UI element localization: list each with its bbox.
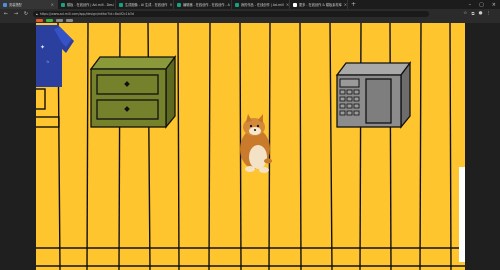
forward-icon[interactable]: → — [13, 11, 19, 17]
profile-icon[interactable]: ● — [479, 11, 483, 17]
svg-text:☆: ☆ — [46, 59, 50, 64]
close-icon[interactable]: × — [286, 2, 289, 7]
svg-text:✦: ✦ — [40, 44, 45, 51]
bookmark-item[interactable] — [66, 19, 73, 22]
tab-1[interactable]: 模板 - 在线创作 | Ad-mill - Desi × — [58, 0, 116, 9]
tab-favicon-icon — [293, 2, 297, 7]
tab-favicon-icon — [177, 2, 181, 7]
right-margin — [465, 23, 500, 270]
browser-tab-strip: 男装搭配 × 模板 - 在线创作 | Ad-mill - Desi × 生成图像… — [0, 0, 500, 9]
close-icon[interactable]: × — [169, 2, 172, 7]
close-window-icon[interactable]: × — [492, 2, 496, 8]
tab-3[interactable]: 编辑器 - 在线创作 - 在线创作 - A × — [174, 0, 232, 9]
tab-4[interactable]: 我的作品 - 在线创作 | Ad-mill × — [232, 0, 290, 9]
tab-favicon-icon — [3, 2, 7, 7]
tab-favicon-icon — [119, 2, 123, 7]
tab-favicon-icon — [235, 2, 239, 7]
bookmark-item[interactable] — [46, 19, 53, 22]
toolbar-icons: ☆ ⧉ ● ⋮ — [463, 11, 497, 17]
tab-label: 男装搭配 — [9, 3, 22, 7]
url-field[interactable]: 🔒︎ https://www.ad-mill.com/app/design/ed… — [33, 10, 430, 17]
menu-icon[interactable]: ⋮ — [487, 11, 492, 17]
green-dresser — [89, 55, 177, 129]
lock-icon: 🔒︎ — [36, 11, 38, 16]
close-icon[interactable]: × — [344, 2, 347, 7]
window-controls: – ▢ × — [469, 2, 500, 8]
address-bar-row: ← → ↻ 🔒︎ https://www.ad-mill.com/app/des… — [0, 9, 500, 18]
tab-label: 编辑器 - 在线创作 - 在线创作 - A — [183, 3, 230, 7]
minimize-icon[interactable]: – — [469, 2, 472, 8]
game-scene[interactable]: ✦ ☆ — [36, 23, 465, 270]
side-panel-edge — [459, 167, 465, 262]
left-margin — [0, 23, 36, 270]
tab-label: 更多 - 在线创作 & 模板素材库 — [299, 3, 342, 7]
tab-favicon-icon — [61, 2, 65, 7]
tab-label: 生成图像 - AI 生成 - 在线创作 — [125, 3, 168, 7]
tab-label: 我的作品 - 在线创作 | Ad-mill — [241, 3, 284, 7]
microwave-oven — [335, 61, 412, 129]
back-icon[interactable]: ← — [3, 11, 9, 17]
reload-icon[interactable]: ↻ — [23, 11, 29, 17]
tab-label: 模板 - 在线创作 | Ad-mill - Desi — [67, 3, 114, 7]
bookmark-item[interactable] — [36, 19, 43, 22]
star-icon[interactable]: ☆ — [463, 11, 467, 17]
tab-2[interactable]: 生成图像 - AI 生成 - 在线创作 × — [116, 0, 174, 9]
url-text: https://www.ad-mill.com/app/design/edito… — [39, 11, 134, 16]
new-tab-button[interactable]: + — [348, 1, 359, 8]
tab-5[interactable]: 更多 - 在线创作 & 模板素材库 × — [290, 0, 348, 9]
maximize-icon[interactable]: ▢ — [479, 2, 484, 8]
bookmark-item[interactable] — [56, 19, 63, 22]
tab-0[interactable]: 男装搭配 × — [0, 0, 58, 9]
close-icon[interactable]: × — [51, 2, 54, 7]
extensions-icon[interactable]: ⧉ — [471, 11, 474, 17]
